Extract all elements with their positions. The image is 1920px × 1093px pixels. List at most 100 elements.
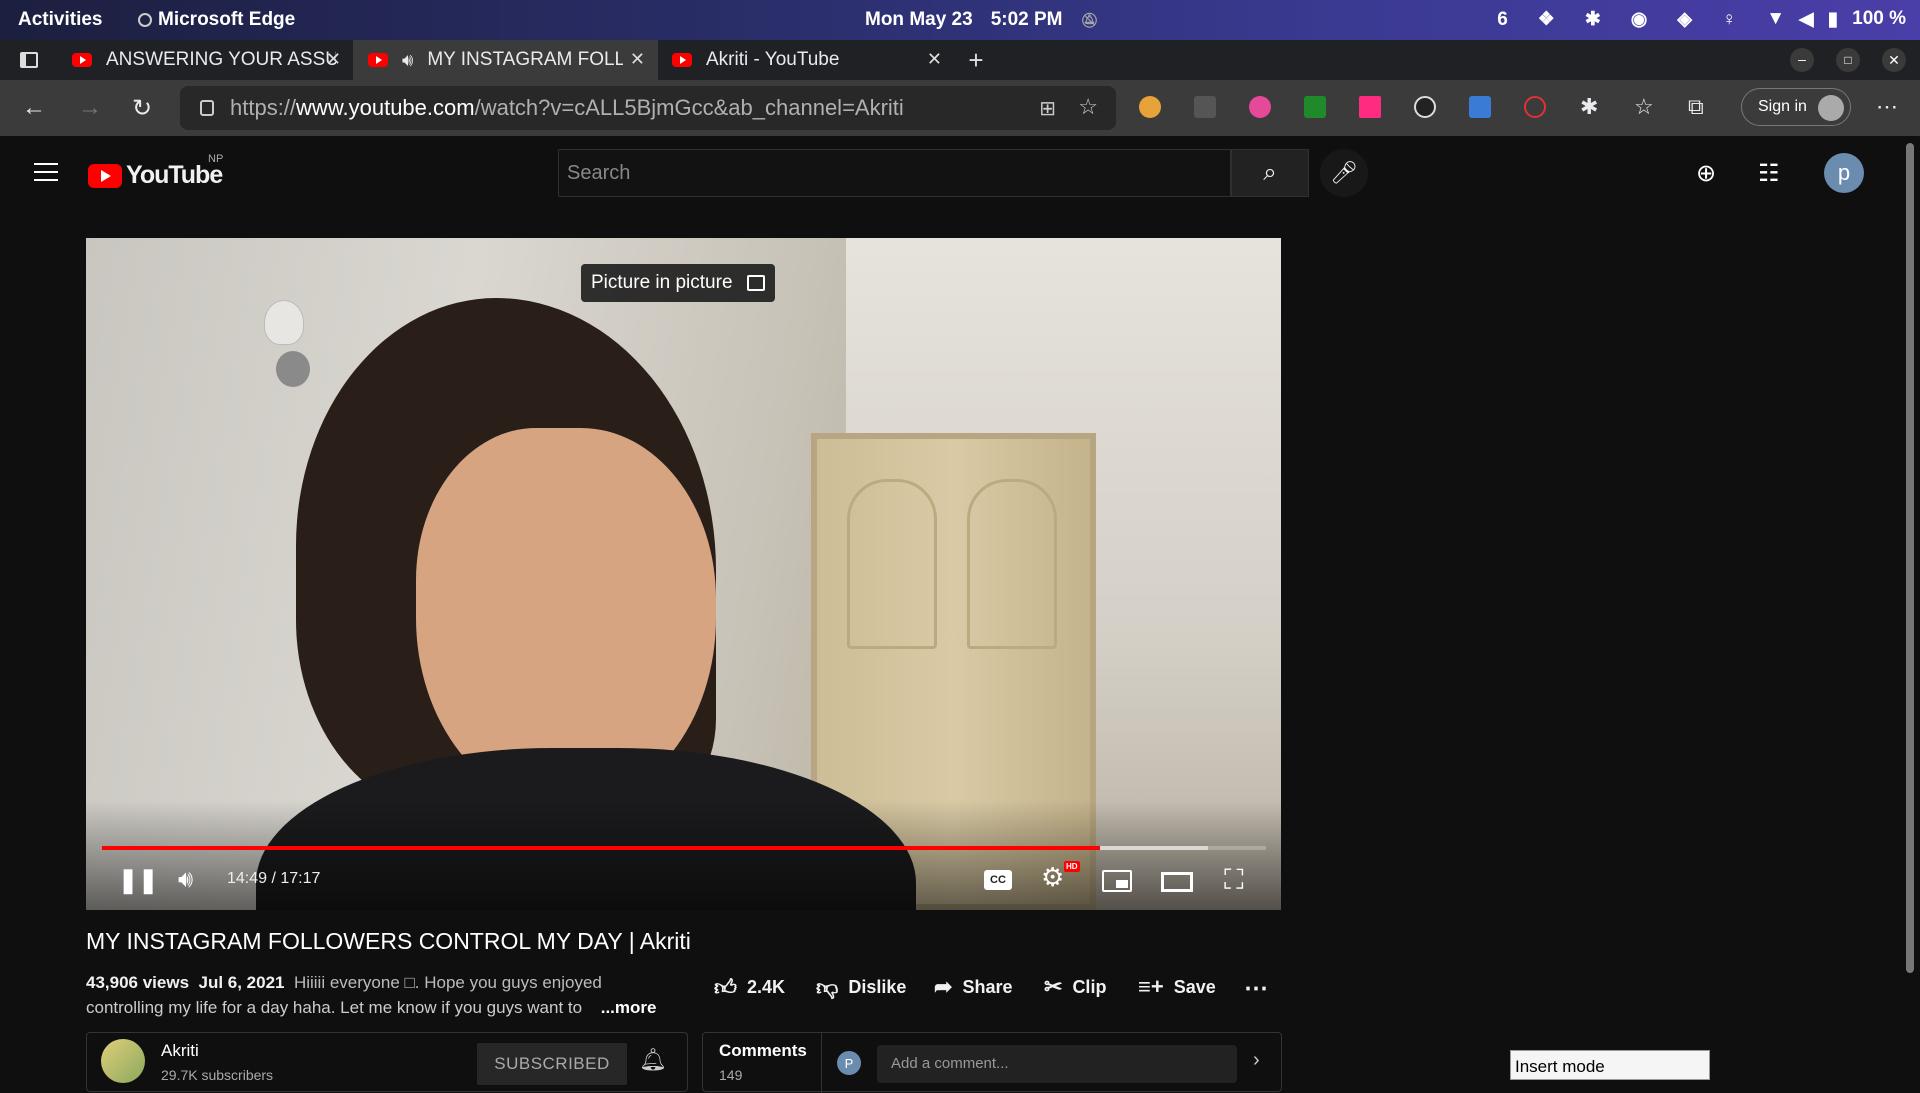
url-host: www.youtube.com xyxy=(296,95,475,120)
lock-icon[interactable] xyxy=(200,100,214,116)
close-tab-icon[interactable]: ✕ xyxy=(927,49,942,70)
dropbox-icon[interactable]: ❖ xyxy=(1538,8,1555,31)
more-actions-button[interactable]: ⋯ xyxy=(1244,974,1268,1003)
extension-5-icon[interactable] xyxy=(1359,96,1381,118)
channel-name[interactable]: Akriti xyxy=(161,1041,199,1061)
video-description[interactable]: 43,906 views Jul 6, 2021 Hiiiii everyone… xyxy=(86,970,686,1020)
show-more-link[interactable]: ...more xyxy=(601,998,657,1017)
tab-answering[interactable]: ANSWERING YOUR ASSU ✕ xyxy=(58,40,354,80)
search-input[interactable]: Search xyxy=(558,149,1231,197)
scrollbar-thumb[interactable] xyxy=(1906,143,1914,973)
comments-count: 149 xyxy=(719,1067,743,1083)
share-button[interactable]: ➦ Share xyxy=(934,974,1012,1000)
pip-tooltip: Picture in picture xyxy=(581,264,775,302)
time-display: 14:49 / 17:17 xyxy=(227,870,321,887)
extension-1-icon[interactable] xyxy=(1139,96,1161,118)
extension-8-icon[interactable] xyxy=(1524,96,1546,118)
miniplayer-button[interactable] xyxy=(1102,870,1132,892)
app-available-icon[interactable]: ⊞ xyxy=(1039,96,1056,121)
chevron-right-icon[interactable]: › xyxy=(1253,1049,1260,1072)
settings-more-icon[interactable]: ⋯ xyxy=(1876,94,1898,120)
app-name: Microsoft Edge xyxy=(158,9,296,30)
pause-button[interactable]: ❚❚ xyxy=(118,866,158,895)
close-window-button[interactable]: ✕ xyxy=(1882,48,1906,72)
notification-bell-icon[interactable]: 🔔︎ xyxy=(639,1047,667,1073)
voice-search-button[interactable]: 🎤︎ xyxy=(1320,149,1368,197)
battery-level: 100 % xyxy=(1852,8,1906,29)
like-count: 2.4K xyxy=(747,977,786,997)
clip-button[interactable]: ✂ Clip xyxy=(1044,974,1106,1000)
app-menu[interactable]: Microsoft Edge xyxy=(138,9,295,31)
create-video-icon[interactable]: ⊕ xyxy=(1696,159,1716,188)
maximize-button[interactable]: □ xyxy=(1836,48,1860,72)
search-button[interactable]: ⌕ xyxy=(1231,149,1309,197)
window-controls: – □ ✕ xyxy=(1790,48,1906,72)
system-tray: 6 ❖ ✱ ◉ ◈ ♀ ▼ ◀ ▮ 100 % xyxy=(1497,8,1906,31)
comments-header[interactable]: Comments xyxy=(719,1041,807,1061)
subscriber-count: 29.7K subscribers xyxy=(161,1067,274,1083)
new-tab-button[interactable]: + xyxy=(954,45,998,76)
profile-avatar-icon xyxy=(1818,95,1844,121)
edge-icon xyxy=(138,13,152,27)
accessibility-icon[interactable]: ♀ xyxy=(1722,9,1736,31)
clip-label: Clip xyxy=(1072,976,1107,997)
sign-in-button[interactable]: Sign in xyxy=(1741,88,1851,126)
comment-input[interactable]: Add a comment... xyxy=(877,1045,1237,1083)
extension-3-icon[interactable] xyxy=(1249,96,1271,118)
played-bar xyxy=(102,846,1100,850)
progress-bar[interactable] xyxy=(102,846,1266,850)
fullscreen-button[interactable]: ⛶ xyxy=(1224,864,1244,897)
close-tab-icon[interactable]: ✕ xyxy=(326,49,341,70)
notifications-off-icon: 🔕︎ xyxy=(1080,11,1099,28)
extensions-icon[interactable]: ✱ xyxy=(1585,8,1601,31)
tab-title: MY INSTAGRAM FOLL xyxy=(427,49,624,70)
system-status[interactable]: ▼ ◀ ▮ 100 % xyxy=(1766,8,1906,31)
dislike-button[interactable]: 👎︎ Dislike xyxy=(816,974,906,1001)
address-field[interactable]: https://www.youtube.com/watch?v=cALL5Bjm… xyxy=(180,86,1116,130)
workspace-indicator[interactable]: 6 xyxy=(1497,9,1508,31)
youtube-favicon-icon xyxy=(72,53,92,67)
collections-icon[interactable]: ⧉ xyxy=(1688,94,1704,120)
theater-mode-button[interactable] xyxy=(1161,872,1193,892)
add-favorite-icon[interactable]: ☆ xyxy=(1078,94,1098,120)
clock[interactable]: Mon May 23 5:02 PM 🔕︎ xyxy=(865,9,1098,31)
comments-panel: Comments 149 P Add a comment... › xyxy=(702,1032,1282,1093)
favorites-icon[interactable]: ☆ xyxy=(1634,94,1654,120)
channel-avatar[interactable] xyxy=(101,1039,145,1083)
account-avatar[interactable]: p xyxy=(1824,153,1864,193)
apps-grid-icon[interactable]: ☷ xyxy=(1758,159,1780,188)
divider xyxy=(821,1033,822,1093)
page-scrollbar[interactable] xyxy=(1900,137,1920,1080)
shield-icon[interactable]: ◈ xyxy=(1677,8,1692,31)
settings-gear-icon[interactable]: ⚙ xyxy=(1041,862,1064,893)
more-horizontal-icon: ⋯ xyxy=(1244,975,1268,1002)
system-top-bar: Activities Microsoft Edge Mon May 23 5:0… xyxy=(0,0,1920,40)
close-tab-icon[interactable]: ✕ xyxy=(630,49,645,70)
minimize-button[interactable]: – xyxy=(1790,48,1814,72)
extension-6-icon[interactable] xyxy=(1414,96,1436,118)
subscribed-button[interactable]: SUBSCRIBED xyxy=(477,1043,627,1085)
tab-instagram[interactable]: 🔊︎ MY INSTAGRAM FOLL ✕ xyxy=(354,40,658,80)
extension-2-icon[interactable] xyxy=(1194,96,1216,118)
tab-actions-button[interactable] xyxy=(0,40,58,80)
save-button[interactable]: ≡+ Save xyxy=(1138,974,1216,1000)
guide-menu-icon[interactable] xyxy=(34,163,58,181)
subtitles-button[interactable]: CC xyxy=(984,870,1012,890)
controls-gradient xyxy=(86,800,1281,910)
insert-mode-indicator: Insert mode xyxy=(1510,1050,1710,1080)
extension-4-icon[interactable] xyxy=(1304,96,1326,118)
extensions-menu-icon[interactable]: ✱ xyxy=(1580,94,1598,120)
audio-playing-icon[interactable]: 🔊︎ xyxy=(402,50,413,71)
reload-button[interactable]: ↻ xyxy=(132,94,152,123)
forward-button[interactable]: → xyxy=(78,94,102,122)
like-button[interactable]: 👍︎ 2.4K xyxy=(714,974,785,1001)
activities-button[interactable]: Activities xyxy=(18,9,102,31)
video-player[interactable]: Picture in picture ❚❚ 🔊︎ 14:49 / 17:17 C… xyxy=(86,238,1281,910)
youtube-logo[interactable]: YouTube xyxy=(88,161,223,190)
coffee-icon[interactable]: ◉ xyxy=(1631,8,1648,31)
extension-7-icon[interactable] xyxy=(1469,96,1491,118)
mute-button[interactable]: 🔊︎ xyxy=(178,866,193,894)
share-label: Share xyxy=(962,976,1013,997)
tab-akriti[interactable]: Akriti - YouTube ✕ xyxy=(658,40,954,80)
back-button[interactable]: ← xyxy=(22,94,46,122)
